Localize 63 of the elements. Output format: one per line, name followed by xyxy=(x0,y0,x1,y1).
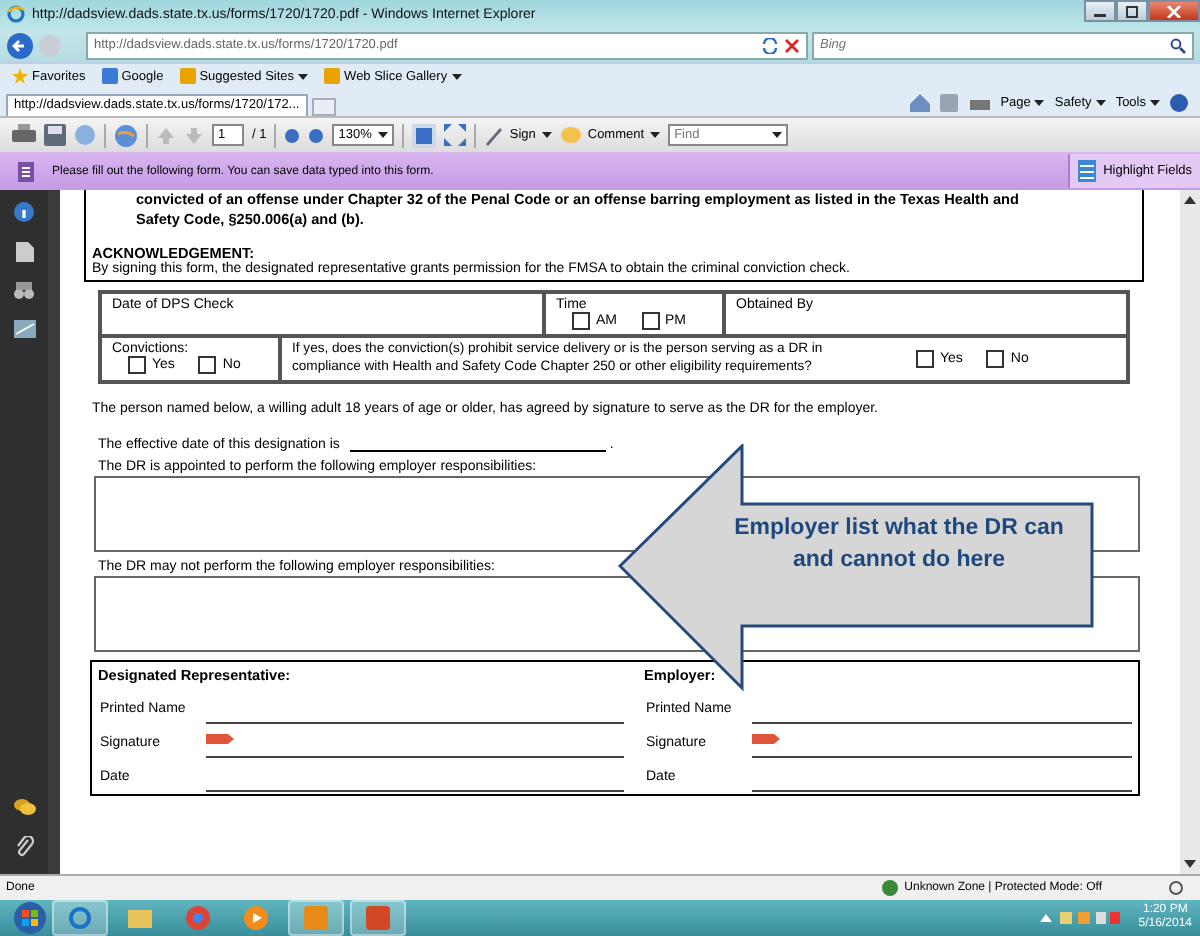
back-button[interactable] xyxy=(6,31,34,60)
fill-in-line[interactable] xyxy=(752,732,1132,759)
browser-logo-icon xyxy=(6,4,26,25)
circle-logo-icon xyxy=(186,905,210,930)
form-icon xyxy=(16,161,36,182)
taskbar-app[interactable] xyxy=(52,899,108,936)
fit-page-icon[interactable] xyxy=(411,123,436,148)
pen-icon xyxy=(483,125,504,146)
zoom-level-icon[interactable] xyxy=(1168,880,1188,897)
checkbox[interactable] xyxy=(916,350,934,369)
checkbox[interactable] xyxy=(986,350,1005,369)
sign-here-tag-icon xyxy=(206,734,234,745)
globe-icon xyxy=(882,880,899,897)
close-button[interactable] xyxy=(1148,0,1200,22)
comments-icon[interactable] xyxy=(13,798,35,817)
full-screen-icon[interactable] xyxy=(443,124,466,147)
minimize-button[interactable] xyxy=(1084,0,1116,22)
caret-icon xyxy=(1150,99,1160,106)
page-icon[interactable] xyxy=(15,242,33,263)
caret-icon xyxy=(1095,99,1106,106)
checkbox[interactable] xyxy=(572,312,590,331)
caret-icon xyxy=(650,132,661,139)
maximize-icon xyxy=(1124,5,1140,17)
stop-icon[interactable] xyxy=(784,37,800,54)
info-icon[interactable] xyxy=(14,202,34,223)
close-icon xyxy=(1166,5,1182,17)
zoom-in-icon[interactable] xyxy=(308,127,325,144)
scroll-down-icon[interactable] xyxy=(1184,860,1196,869)
scroll-up-icon[interactable] xyxy=(1184,196,1196,205)
play-icon xyxy=(244,905,268,930)
fields-icon xyxy=(1077,160,1096,183)
site-icon xyxy=(101,68,118,85)
start-button[interactable] xyxy=(14,901,46,934)
maximize-button[interactable] xyxy=(1116,0,1148,22)
paperclip-icon[interactable] xyxy=(15,836,33,859)
scrollbar[interactable] xyxy=(1180,190,1200,875)
globe-icon[interactable] xyxy=(114,123,138,148)
tray-icons-drawing[interactable] xyxy=(1040,909,1121,926)
caret-icon xyxy=(451,73,462,80)
help-icon[interactable] xyxy=(1170,93,1188,112)
checkbox[interactable] xyxy=(641,312,659,331)
zoom-out-icon[interactable] xyxy=(284,127,301,144)
folder-icon xyxy=(128,906,152,929)
caret-icon xyxy=(1034,99,1045,106)
fill-in-line[interactable] xyxy=(206,732,624,759)
checkbox[interactable] xyxy=(128,356,146,375)
taskbar-app[interactable] xyxy=(350,899,406,936)
search-icon[interactable] xyxy=(1170,37,1186,54)
refresh-icon[interactable] xyxy=(762,37,778,54)
sign-here-tag-icon xyxy=(752,734,780,745)
caret-icon[interactable] xyxy=(772,132,783,139)
star-icon xyxy=(12,68,28,85)
save-icon[interactable] xyxy=(44,124,66,147)
site-icon xyxy=(324,68,341,85)
speech-bubble-icon xyxy=(559,125,582,146)
callout-text: Employer list what the DR can and cannot do here xyxy=(732,514,1066,577)
caret-icon xyxy=(541,132,552,139)
site-icon xyxy=(179,68,196,85)
caret-icon xyxy=(298,73,309,80)
caret-icon xyxy=(377,132,388,139)
browser-logo-icon xyxy=(68,905,92,930)
checkbox[interactable] xyxy=(198,356,217,375)
signature-icon[interactable] xyxy=(13,320,35,339)
